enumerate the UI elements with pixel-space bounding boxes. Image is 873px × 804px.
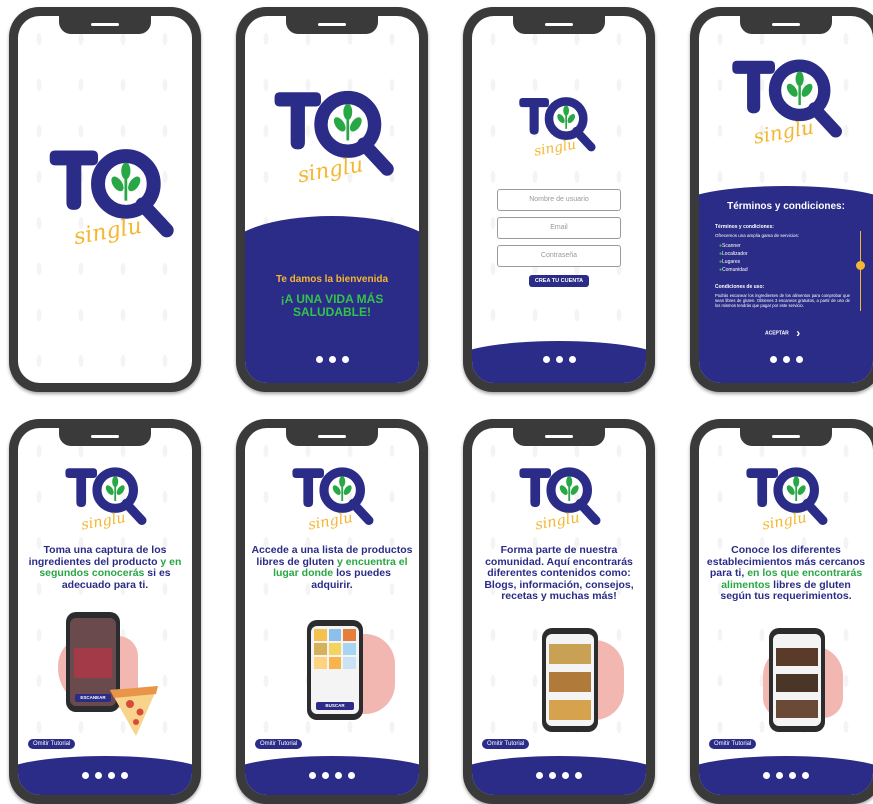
pager-dots[interactable]	[472, 766, 646, 782]
phone-signup: Nombre de usuario Email Contraseña CREA …	[463, 7, 655, 392]
omit-tutorial-button[interactable]: Omitir Tutorial	[28, 739, 76, 749]
phone-notch	[59, 428, 151, 446]
tq-singlu-logo	[46, 141, 176, 251]
welcome-title: Te damos la bienvenida	[275, 274, 389, 285]
pager-dots[interactable]	[699, 350, 873, 366]
username-field[interactable]: Nombre de usuario	[497, 189, 621, 211]
tq-singlu-logo	[729, 51, 844, 151]
terms-service-list: ●Scanner ●Localizador ●Lugares ●Comunida…	[719, 242, 748, 274]
service-item: ●Comunidad	[719, 267, 748, 273]
places-phone-illustration	[769, 628, 825, 732]
search-phone-illustration: BUSCAR	[307, 620, 363, 720]
phone-tutorial-scan: Toma una captura de los ingredientes del…	[9, 419, 201, 804]
password-field[interactable]: Contraseña	[497, 245, 621, 267]
screen-tutorial-community: Forma parte de nuestra comunidad. Aquí e…	[472, 428, 646, 795]
phone-notch	[740, 428, 832, 446]
pager-dots[interactable]	[245, 350, 419, 366]
phone-tutorial-search: Accede a una lista de productos libres d…	[236, 419, 428, 804]
email-field[interactable]: Email	[497, 217, 621, 239]
tq-singlu-logo	[517, 91, 597, 161]
tq-singlu-logo	[290, 463, 375, 533]
screen-welcome: Te damos la bienvenida ¡A UNA VIDA MÁS S…	[245, 16, 419, 383]
tutorial-text: Toma una captura de los ingredientes del…	[28, 544, 182, 591]
phone-welcome: Te damos la bienvenida ¡A UNA VIDA MÁS S…	[236, 7, 428, 392]
terms-heading: Términos y condiciones:	[727, 201, 845, 212]
phone-notch	[286, 428, 378, 446]
screen-tutorial-search: Accede a una lista de productos libres d…	[245, 428, 419, 795]
search-button: BUSCAR	[316, 702, 354, 710]
pager-dots[interactable]	[472, 350, 646, 366]
phone-notch	[513, 16, 605, 34]
terms-sub1: Términos y condiciones:	[715, 224, 774, 230]
tutorial-text: Forma parte de nuestra comunidad. Aquí e…	[484, 544, 634, 602]
create-account-button[interactable]: CREA TU CUENTA	[529, 275, 589, 287]
tq-singlu-logo	[63, 463, 148, 533]
service-item: ●Localizador	[719, 251, 748, 257]
terms-intro: Ofrecemos una amplia gama de servicios:	[715, 233, 800, 238]
screen-signup: Nombre de usuario Email Contraseña CREA …	[472, 16, 646, 383]
omit-tutorial-button[interactable]: Omitir Tutorial	[482, 739, 530, 749]
tutorial-text: Accede a una lista de productos libres d…	[251, 544, 413, 591]
phone-tutorial-community: Forma parte de nuestra comunidad. Aquí e…	[463, 419, 655, 804]
screen-tutorial-scan: Toma una captura de los ingredientes del…	[18, 428, 192, 795]
phone-tutorial-places: Conoce los diferentes establecimientos m…	[690, 419, 873, 804]
phone-splash	[9, 7, 201, 392]
tq-singlu-logo	[271, 86, 396, 186]
tutorial-text: Conoce los diferentes establecimientos m…	[706, 544, 866, 602]
terms-scrollbar[interactable]	[856, 231, 865, 311]
community-phone-illustration	[542, 628, 598, 732]
screen-tutorial-places: Conoce los diferentes establecimientos m…	[699, 428, 873, 795]
pager-dots[interactable]	[699, 766, 873, 782]
service-item: ●Scanner	[719, 243, 741, 249]
tq-singlu-logo	[517, 463, 602, 533]
welcome-slogan-1: ¡A UNA VIDA MÁS	[280, 292, 384, 306]
omit-tutorial-button[interactable]: Omitir Tutorial	[255, 739, 303, 749]
service-item: ●Lugares	[719, 259, 741, 265]
screen-splash	[18, 16, 192, 383]
pager-dots[interactable]	[18, 766, 192, 782]
tq-singlu-logo	[744, 463, 829, 533]
phone-notch	[740, 16, 832, 34]
accept-button[interactable]: ACEPTAR ›	[765, 326, 800, 340]
phone-terms: Términos y condiciones: Términos y condi…	[690, 7, 873, 392]
chevron-right-icon: ›	[796, 326, 801, 340]
terms-sub2: Condiciones de uso:	[715, 284, 765, 290]
scroll-thumb[interactable]	[856, 261, 865, 270]
welcome-slogan-2: SALUDABLE!	[293, 305, 371, 319]
pager-dots[interactable]	[245, 766, 419, 782]
omit-tutorial-button[interactable]: Omitir Tutorial	[709, 739, 757, 749]
screen-terms: Términos y condiciones: Términos y condi…	[699, 16, 873, 383]
phone-notch	[59, 16, 151, 34]
phone-notch	[286, 16, 378, 34]
phone-notch	[513, 428, 605, 446]
pizza-illustration	[110, 686, 158, 736]
terms-body: Podrás escanear los ingredientes de los …	[715, 293, 850, 308]
